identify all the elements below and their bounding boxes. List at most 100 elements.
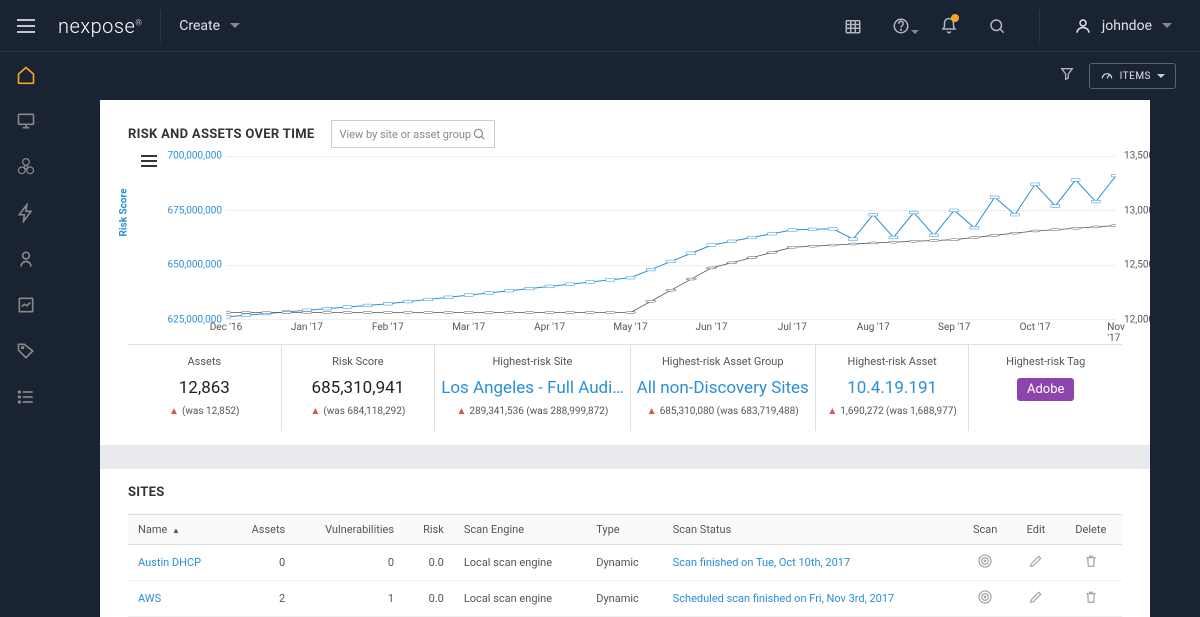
- stat-delta: ▲685,310,080 (was 683,719,488): [637, 406, 809, 417]
- stat-value[interactable]: All non-Discovery Sites: [637, 378, 809, 398]
- chart-search-input[interactable]: View by site or asset group: [331, 120, 495, 148]
- stat-delta: ▲289,341,536 (was 288,999,872): [441, 406, 623, 417]
- filter-icon[interactable]: [1059, 66, 1075, 86]
- y-tick-right: 13,500: [1124, 151, 1150, 162]
- sidebar-flash-icon[interactable]: [15, 202, 37, 224]
- edit-icon[interactable]: [1028, 559, 1044, 572]
- chart-title: RISK AND ASSETS OVER TIME: [128, 127, 315, 142]
- x-tick: Sep '17: [938, 322, 970, 333]
- site-name[interactable]: Austin DHCP: [128, 545, 230, 581]
- x-tick: May '17: [613, 322, 647, 333]
- stat-delta: ▲(was 684,118,292): [288, 406, 429, 417]
- legend-toggle-icon[interactable]: [141, 152, 157, 170]
- table-header[interactable]: Name ▲: [128, 515, 230, 545]
- table-header[interactable]: Scan Engine: [454, 515, 586, 545]
- stat-label: Highest-risk Asset: [822, 355, 963, 368]
- chevron-down-icon: [230, 23, 240, 28]
- stat-cell: Highest-risk Asset 10.4.19.191 ▲1,690,272 …: [815, 345, 969, 431]
- risk-assets-card: RISK AND ASSETS OVER TIME View by site o…: [100, 100, 1150, 445]
- delete-icon[interactable]: [1083, 559, 1099, 572]
- table-header[interactable]: Type: [586, 515, 663, 545]
- table-header[interactable]: Assets: [230, 515, 296, 545]
- table-header[interactable]: Delete: [1060, 515, 1122, 545]
- gauge-icon: [1100, 69, 1114, 83]
- notification-badge: [951, 14, 959, 22]
- x-tick: Dec '16: [210, 322, 243, 333]
- items-dropdown[interactable]: ITEMS: [1089, 63, 1176, 89]
- stat-cell: Assets12,863▲(was 12,852): [128, 345, 281, 431]
- site-type: Dynamic: [586, 545, 663, 581]
- stat-value: 685,310,941: [288, 378, 429, 398]
- topbar: nexpose® Create johndoe: [0, 0, 1200, 52]
- sidebar-monitor-icon[interactable]: [15, 110, 37, 132]
- scan-icon[interactable]: [977, 559, 993, 572]
- left-axis-label: Risk Score: [119, 189, 130, 237]
- sidebar-chart-icon[interactable]: [15, 294, 37, 316]
- site-name[interactable]: AWS: [128, 581, 230, 617]
- x-tick: Feb '17: [372, 322, 404, 333]
- stat-label: Risk Score: [288, 355, 429, 368]
- site-status[interactable]: Scan finished on Tue, Oct 10th, 2017: [663, 545, 958, 581]
- user-menu[interactable]: johndoe: [1058, 17, 1188, 35]
- divider: [1039, 10, 1040, 42]
- help-icon[interactable]: [877, 0, 925, 52]
- x-tick: Oct '17: [1020, 322, 1051, 333]
- sidebar-home-icon[interactable]: [15, 64, 37, 86]
- sidebar-person-icon[interactable]: [15, 248, 37, 270]
- y-tick-right: 13,000: [1124, 205, 1150, 216]
- toolbar: ITEMS: [52, 52, 1200, 100]
- table-header[interactable]: Edit: [1012, 515, 1059, 545]
- site-status[interactable]: Scheduled scan finished on Fri, Nov 3rd,…: [663, 581, 958, 617]
- stat-value: 12,863: [134, 378, 275, 398]
- x-tick: Nov '17: [1107, 322, 1125, 344]
- table-header[interactable]: Scan Status: [663, 515, 958, 545]
- edit-icon[interactable]: [1028, 595, 1044, 608]
- sidebar: [0, 52, 52, 617]
- table-header[interactable]: Scan: [958, 515, 1012, 545]
- site-engine: Local scan engine: [454, 581, 586, 617]
- divider: [160, 10, 161, 42]
- notifications-icon[interactable]: [925, 0, 973, 52]
- x-tick: Aug '17: [857, 322, 890, 333]
- stat-delta: ▲1,690,272 (was 1,688,977): [822, 406, 963, 417]
- scan-icon[interactable]: [977, 595, 993, 608]
- calendar-icon[interactable]: [829, 0, 877, 52]
- site-assets: 2: [230, 581, 296, 617]
- table-header[interactable]: Vulnerabilities: [295, 515, 404, 545]
- stat-label: Highest-risk Asset Group: [637, 355, 809, 368]
- chevron-down-icon: [1162, 23, 1172, 28]
- sites-card: SITES Name ▲AssetsVulnerabilitiesRiskSca…: [100, 469, 1150, 617]
- stat-value[interactable]: 10.4.19.191: [822, 378, 963, 398]
- stat-delta: ▲(was 12,852): [134, 406, 275, 417]
- stats-row: Assets12,863▲(was 12,852)Risk Score685,3…: [128, 344, 1122, 431]
- y-tick-right: 12,500: [1124, 260, 1150, 271]
- brand-logo: nexpose®: [58, 14, 142, 38]
- site-vulns: 1: [295, 581, 404, 617]
- sites-table: Name ▲AssetsVulnerabilitiesRiskScan Engi…: [128, 514, 1122, 617]
- y-tick-left: 675,000,000: [167, 205, 222, 216]
- y-tick-left: 650,000,000: [167, 260, 222, 271]
- x-tick: Mar '17: [452, 322, 485, 333]
- sidebar-tag-icon[interactable]: [15, 340, 37, 362]
- stat-tag[interactable]: Adobe: [1017, 378, 1074, 401]
- create-menu[interactable]: Create: [179, 18, 240, 34]
- y-tick-right: 12,000: [1124, 315, 1150, 326]
- stat-cell: Risk Score 685,310,941 ▲(was 684,118,292): [281, 345, 435, 431]
- x-tick: Apr '17: [534, 322, 565, 333]
- table-row: Austin DHCP000.0Local scan engineDynamic…: [128, 545, 1122, 581]
- items-label: ITEMS: [1120, 71, 1151, 82]
- stat-value[interactable]: Los Angeles - Full Audi…: [441, 378, 623, 398]
- menu-icon[interactable]: [12, 12, 40, 40]
- search-placeholder: View by site or asset group: [340, 128, 472, 141]
- username: johndoe: [1102, 18, 1152, 34]
- sidebar-biohazard-icon[interactable]: [15, 156, 37, 178]
- x-tick: Jul '17: [778, 322, 807, 333]
- site-risk: 0.0: [404, 545, 454, 581]
- user-icon: [1074, 17, 1092, 35]
- search-icon[interactable]: [973, 0, 1021, 52]
- main-content: RISK AND ASSETS OVER TIME View by site o…: [100, 100, 1150, 617]
- table-header[interactable]: Risk: [404, 515, 454, 545]
- sidebar-list-icon[interactable]: [15, 386, 37, 408]
- delete-icon[interactable]: [1083, 595, 1099, 608]
- stat-cell: Highest-risk Asset Group All non-Discover…: [630, 345, 815, 431]
